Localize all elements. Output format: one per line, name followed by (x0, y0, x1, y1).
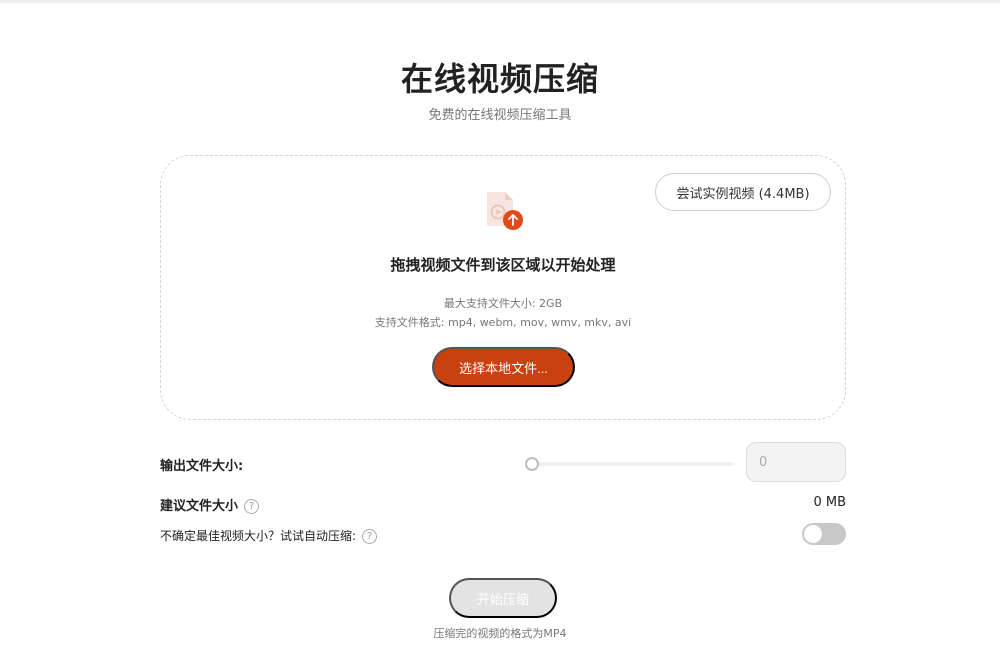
max-file-size-note: 最大支持文件大小: 2GB (443, 297, 563, 310)
auto-compress-toggle[interactable] (802, 523, 846, 545)
toggle-knob (804, 525, 822, 543)
upload-dropzone[interactable]: 尝试实例视频 (4.4MB) 拖拽视频文件到该区域以开始处理 最大支持文件大小:… (160, 155, 846, 420)
auto-compress-label: 不确定最佳视频大小？试试自动压缩: (160, 529, 357, 543)
output-size-label: 输出文件大小: (160, 459, 244, 474)
video-file-upload-icon (487, 192, 523, 230)
supported-formats-note: 支持文件格式: mp4, webm, mov, wmv, mkv, avi (374, 316, 632, 329)
slider-thumb[interactable] (525, 457, 539, 471)
top-border (0, 0, 1000, 3)
question-circle-icon[interactable]: ? (244, 499, 260, 514)
suggested-size-row: 建议文件大小? (160, 495, 260, 514)
try-sample-video-button[interactable]: 尝试实例视频 (4.4MB) (655, 173, 831, 211)
output-size-slider[interactable] (525, 457, 735, 471)
page-title: 在线视频压缩 (400, 60, 599, 98)
output-format-note: 压缩完的视频的格式为MP4 (433, 627, 567, 640)
choose-local-file-button[interactable]: 选择本地文件... (432, 347, 575, 387)
question-circle-icon[interactable]: ? (362, 529, 378, 544)
suggested-size-label: 建议文件大小 (160, 499, 239, 514)
start-compress-button[interactable]: 开始压缩 (449, 578, 557, 618)
drop-instruction: 拖拽视频文件到该区域以开始处理 (390, 256, 616, 274)
suggested-size-value: 0 MB (813, 495, 846, 510)
auto-compress-row: 不确定最佳视频大小？试试自动压缩:? (160, 527, 378, 544)
output-size-input[interactable] (746, 442, 846, 482)
page-subtitle: 免费的在线视频压缩工具 (428, 108, 572, 123)
slider-track (531, 462, 733, 466)
